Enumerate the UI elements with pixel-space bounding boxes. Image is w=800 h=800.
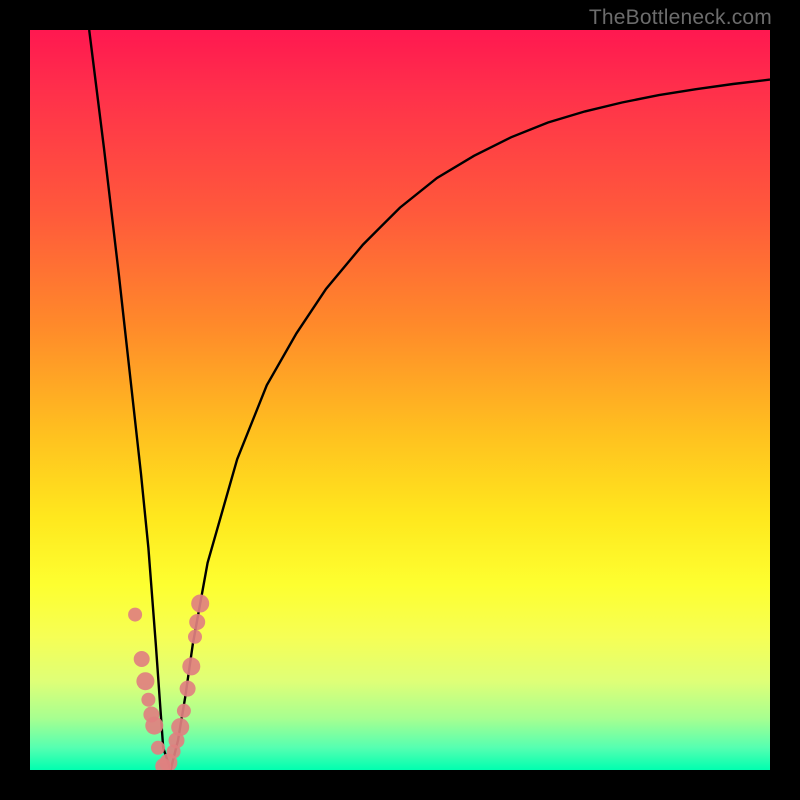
scatter-dot — [189, 614, 205, 630]
scatter-dot — [171, 718, 189, 736]
plot-area — [30, 30, 770, 770]
scatter-dot — [128, 608, 142, 622]
scatter-dot — [145, 717, 163, 735]
scatter-dot — [141, 693, 155, 707]
chart-frame: TheBottleneck.com — [0, 0, 800, 800]
chart-svg — [30, 30, 770, 770]
scatter-dot — [180, 681, 196, 697]
scatter-dot — [134, 651, 150, 667]
scatter-dots — [128, 595, 209, 771]
scatter-dot — [151, 741, 165, 755]
attribution-watermark: TheBottleneck.com — [589, 6, 772, 30]
scatter-dot — [182, 657, 200, 675]
scatter-dot — [136, 672, 154, 690]
scatter-dot — [191, 595, 209, 613]
scatter-dot — [188, 630, 202, 644]
scatter-dot — [177, 704, 191, 718]
